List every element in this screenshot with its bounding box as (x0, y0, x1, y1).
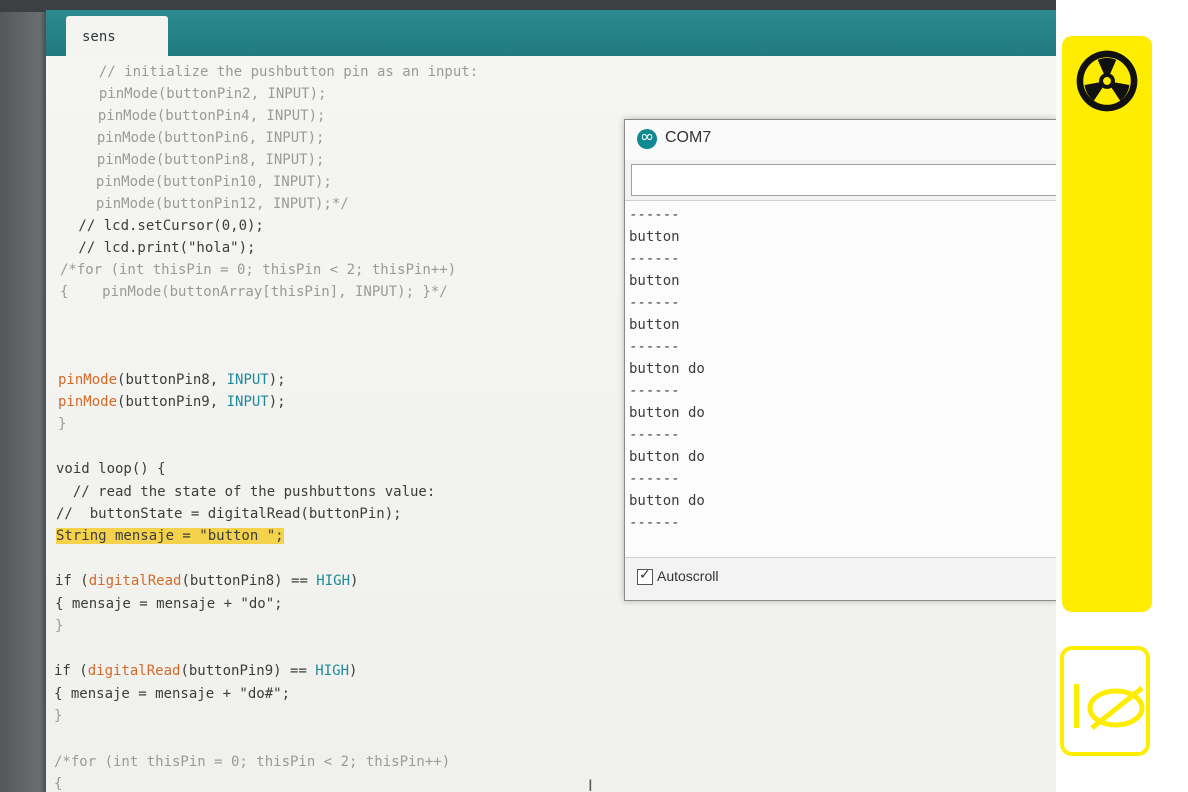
code-token: digitalRead (87, 663, 181, 679)
code-token: (buttonPin9, (117, 394, 227, 410)
code-line: { mensaje = mensaje + "do"; (55, 596, 283, 612)
code-line-if8: if (digitalRead(buttonPin8) == HIGH) (55, 572, 358, 590)
code-line: } (55, 618, 64, 634)
serial-output-line: ------ (629, 295, 680, 311)
code-token: HIGH (315, 663, 350, 679)
code-line-close-brace: } (58, 416, 67, 432)
serial-output-line: ------ (629, 471, 680, 487)
code-token: (buttonPin8, (117, 372, 227, 388)
code-token: ); (268, 394, 286, 410)
code-token: ) (349, 663, 358, 679)
code-line: pinMode(buttonPin12, INPUT);*/ (79, 196, 349, 212)
serial-output-line: button do (629, 493, 705, 509)
code-line: // initialize the pushbutton pin as an i… (82, 64, 479, 80)
serial-output-line: button do (629, 361, 705, 377)
one-zero-mark (1074, 684, 1145, 730)
code-token: if ( (54, 663, 88, 679)
code-line: // buttonState = digitalRead(buttonPin); (56, 506, 402, 522)
code-line: pinMode(buttonPin2, INPUT); (82, 86, 327, 102)
brand-badge (1060, 646, 1150, 756)
code-line: pinMode(buttonPin8, INPUT); (80, 152, 325, 168)
code-line: { mensaje = mensaje + "do#"; (54, 686, 291, 702)
serial-output-line: ------ (629, 339, 680, 355)
serial-output-line: ------ (629, 251, 680, 267)
code-token: INPUT (226, 394, 269, 410)
tab-sens[interactable]: sens (66, 16, 168, 56)
autoscroll-label: Autoscroll (657, 568, 719, 584)
code-line-string-mensaje: String mensaje = "button "; (56, 527, 284, 545)
ide-tab-bar: sens (46, 10, 1056, 56)
code-line-pinmode8: pinMode(buttonPin8, INPUT); (58, 371, 286, 389)
tab-label: sens (82, 29, 116, 45)
serial-monitor-window: COM7 ------ button ------ button ------ butto… (624, 119, 1056, 601)
code-line: /*for (int thisPin = 0; thisPin < 2; thi… (54, 754, 451, 770)
code-line: /*for (int thisPin = 0; thisPin < 2; thi… (60, 262, 457, 278)
code-line: pinMode(buttonPin10, INPUT); (79, 174, 332, 190)
code-line: { (54, 776, 63, 792)
code-token: ); (268, 372, 286, 388)
serial-output-line: button (629, 273, 680, 289)
code-line: pinMode(buttonPin6, INPUT); (80, 130, 325, 146)
code-token: HIGH (316, 573, 351, 589)
serial-output-line: ------ (629, 427, 680, 443)
serial-output-line: button do (629, 405, 705, 421)
serial-output-line: button do (629, 449, 705, 465)
serial-output-area[interactable]: ------ button ------ button ------ button ----… (625, 200, 1056, 558)
serial-port-title: COM7 (665, 129, 712, 146)
serial-output-line: button (629, 229, 680, 245)
code-line-pinmode9: pinMode(buttonPin9, INPUT); (58, 393, 286, 411)
code-token: (buttonPin8) == (181, 573, 317, 589)
code-line-if9: if (digitalRead(buttonPin9) == HIGH) (54, 662, 357, 680)
serial-output-line: ------ (629, 207, 680, 223)
code-token: pinMode (58, 394, 118, 410)
code-line: // read the state of the pushbuttons val… (56, 484, 436, 500)
photographed-screen: sens // initialize the pushbutton pin as… (0, 0, 1056, 792)
autoscroll-checkbox[interactable] (637, 567, 653, 585)
code-line: // lcd.print("hola"); (70, 240, 256, 256)
code-token: (buttonPin9) == (180, 663, 316, 679)
serial-send-input[interactable] (631, 164, 1056, 196)
code-line: } (54, 708, 63, 724)
serial-output-line: button (629, 317, 680, 333)
code-line: // lcd.setCursor(0,0); (70, 218, 264, 234)
arduino-infinity-icon (637, 127, 657, 149)
text-cursor-icon: I (588, 776, 593, 792)
code-line: { pinMode(buttonArray[thisPin], INPUT); … (60, 284, 448, 300)
code-line: void loop() { (56, 461, 166, 477)
brand-sidebar (1062, 36, 1152, 612)
code-token: pinMode (58, 372, 118, 388)
code-line: pinMode(buttonPin4, INPUT); (81, 108, 326, 124)
code-token: digitalRead (88, 573, 182, 589)
radiation-trefoil-logo (1076, 50, 1138, 112)
code-token: INPUT (226, 372, 269, 388)
highlighted-code: String mensaje = "button "; (56, 528, 284, 544)
serial-output-line: ------ (629, 383, 680, 399)
serial-output-line: ------ (629, 515, 680, 531)
code-token: ) (350, 573, 359, 589)
serial-title-bar[interactable]: COM7 (625, 120, 1056, 160)
code-token: if ( (55, 573, 89, 589)
